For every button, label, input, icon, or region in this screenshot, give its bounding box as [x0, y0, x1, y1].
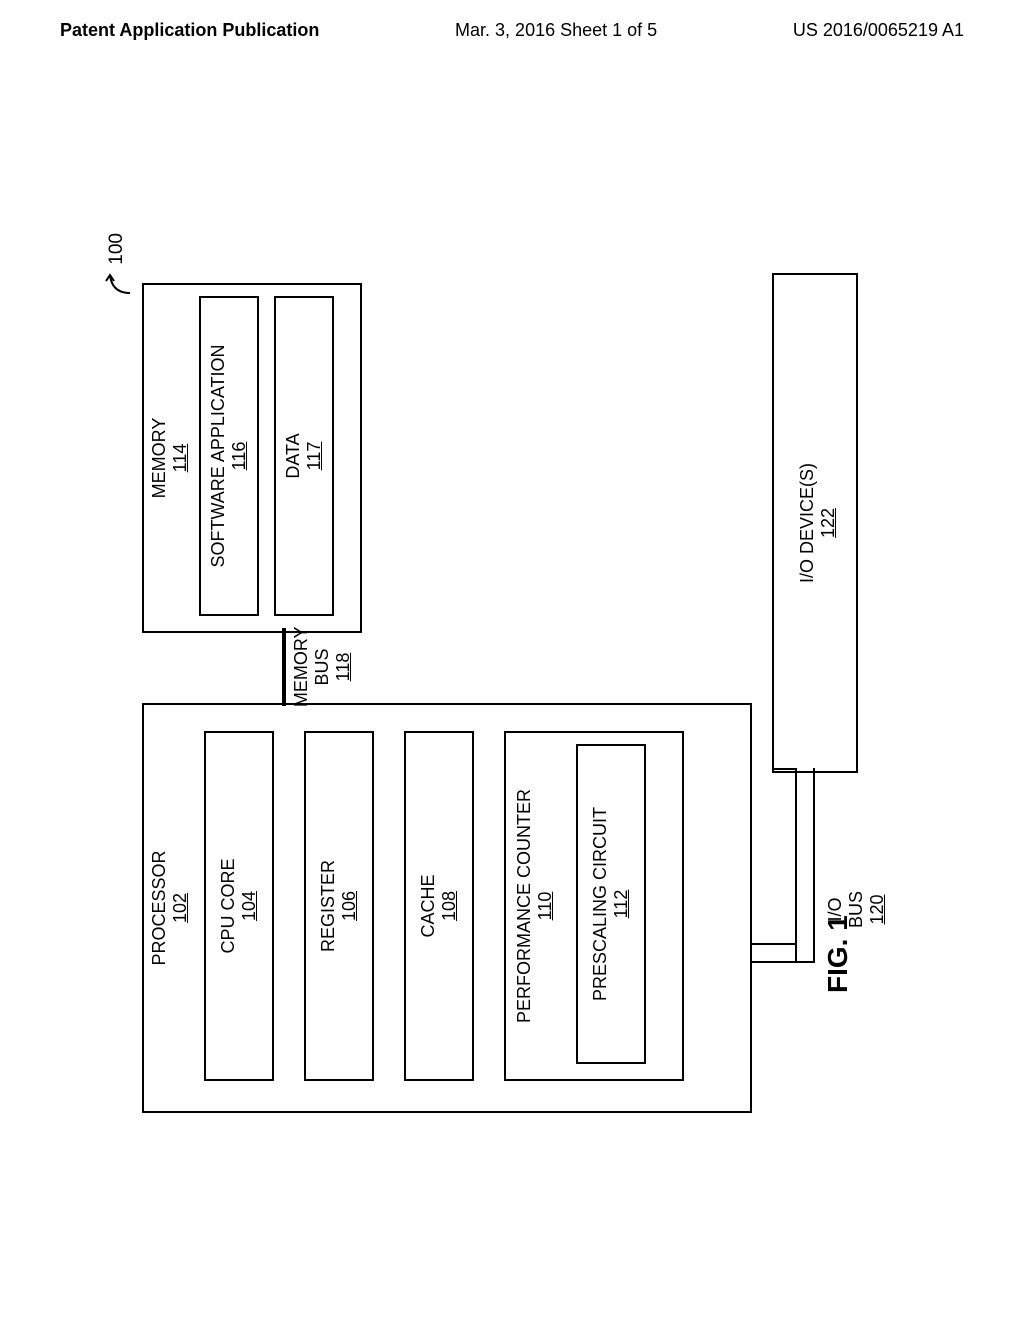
- perf-counter-num: 110: [535, 892, 556, 921]
- diagram: 100 PROCESSOR 102 CPU CORE 104 REGISTER …: [142, 289, 882, 1113]
- register-num: 106: [339, 891, 360, 921]
- io-device-box: I/O DEVICE(S) 122: [772, 273, 858, 773]
- curve-arrow-icon: [102, 265, 132, 295]
- memory-box: MEMORY 114 SOFTWARE APPLICATION 116 DATA…: [142, 283, 362, 633]
- cpu-core-num: 104: [239, 891, 260, 921]
- data-box: DATA 117: [274, 296, 334, 616]
- memory-bus-label: MEMORY BUS: [291, 627, 333, 707]
- perf-counter-box: PERFORMANCE COUNTER 110 PRESCALING CIRCU…: [504, 731, 684, 1081]
- ref-100-text: 100: [106, 233, 128, 265]
- software-num: 116: [229, 442, 250, 471]
- data-label: DATA: [283, 433, 304, 478]
- memory-bus-num: 118: [333, 627, 354, 707]
- software-box: SOFTWARE APPLICATION 116: [199, 296, 259, 616]
- register-label: REGISTER: [318, 860, 339, 952]
- header-left: Patent Application Publication: [60, 20, 319, 41]
- prescaling-num: 112: [611, 890, 632, 919]
- io-bus-num: 120: [867, 891, 888, 928]
- prescaling-label: PRESCALING CIRCUIT: [590, 807, 611, 1001]
- cache-box: CACHE 108: [404, 731, 474, 1081]
- cache-num: 108: [439, 891, 460, 921]
- cache-label: CACHE: [418, 875, 439, 938]
- ref-100: 100: [102, 233, 132, 295]
- figure-label: FIG. 1: [822, 915, 854, 993]
- cpu-core-label: CPU CORE: [218, 859, 239, 954]
- prescaling-box: PRESCALING CIRCUIT 112: [576, 744, 646, 1064]
- memory-num: 114: [170, 444, 191, 473]
- software-label: SOFTWARE APPLICATION: [208, 344, 229, 567]
- header-right: US 2016/0065219 A1: [793, 20, 964, 41]
- io-device-num: 122: [818, 508, 839, 538]
- page-header: Patent Application Publication Mar. 3, 2…: [0, 0, 1024, 51]
- data-num: 117: [304, 442, 325, 471]
- memory-bus: MEMORY BUS 118: [282, 627, 286, 707]
- register-box: REGISTER 106: [304, 731, 374, 1081]
- memory-label: MEMORY: [149, 418, 170, 499]
- processor-label: PROCESSOR: [149, 850, 170, 965]
- cpu-core-box: CPU CORE 104: [204, 731, 274, 1081]
- io-device-label: I/O DEVICE(S): [797, 463, 818, 583]
- header-center: Mar. 3, 2016 Sheet 1 of 5: [455, 20, 657, 41]
- processor-num: 102: [170, 893, 191, 923]
- processor-box: PROCESSOR 102 CPU CORE 104 REGISTER 106 …: [142, 703, 752, 1113]
- perf-counter-label: PERFORMANCE COUNTER: [514, 789, 535, 1023]
